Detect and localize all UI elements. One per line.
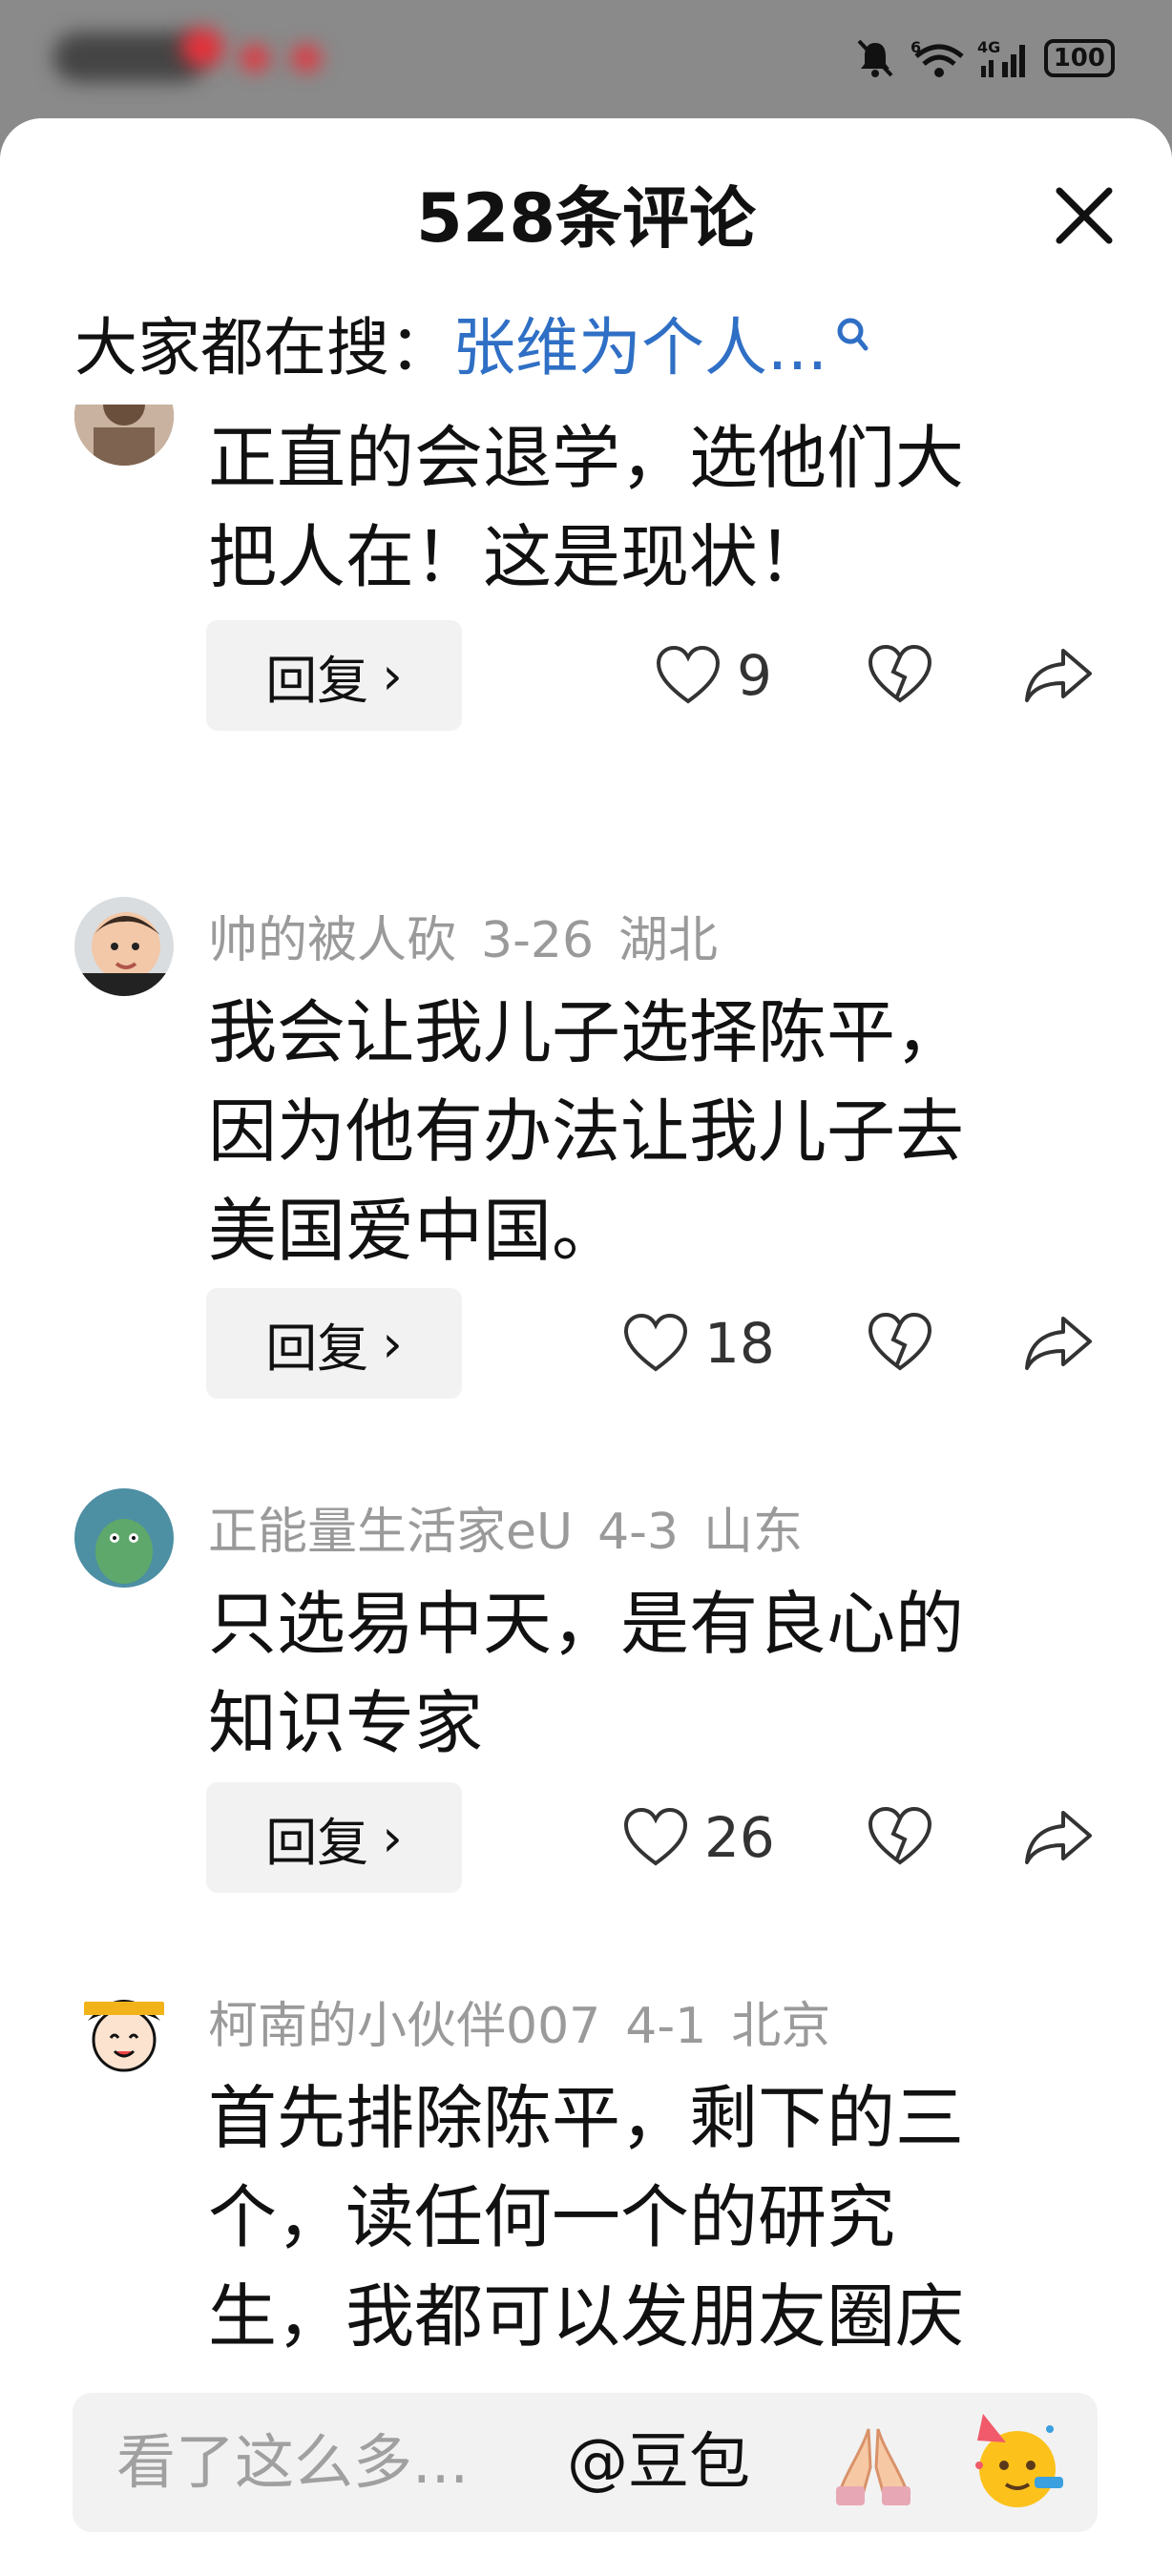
signal-icon: 4G [977,38,1025,77]
sheet-header: 528条评论 大家都在搜： 张维为个人... [0,118,1172,405]
comment-text: 只选易中天，是有良心的 知识专家 [208,1584,965,1763]
trending-search[interactable]: 大家都在搜： 张维为个人... [74,305,871,391]
share-icon[interactable] [1023,647,1094,704]
comment-region: 山东 [703,1504,804,1561]
reply-button[interactable]: 回复 › [206,1288,462,1399]
comments-sheet: 528条评论 大家都在搜： 张维为个人... 正直的会退学，选他们大 把人在！这… [0,118,1172,2576]
comment-input[interactable]: 看了这么多... @豆包 [73,2393,1098,2532]
reply-button[interactable]: 回复 › [206,1782,462,1893]
chevron-right-icon: › [382,1313,403,1374]
like-count: 26 [704,1805,775,1870]
mention-doubao-button[interactable]: @豆包 [567,2393,750,2532]
chevron-right-icon: › [382,645,403,706]
comment-region: 湖北 [618,912,719,969]
heart-icon [623,1807,688,1866]
chevron-right-icon: › [382,1807,403,1868]
username[interactable]: 柯南的小伙伴007 [208,1998,600,2055]
comment-text: 正直的会退学，选他们大 把人在！这是现状！ [208,418,965,597]
avatar[interactable] [74,1488,174,1588]
blurred-status-dot [241,46,269,71]
broken-heart-icon[interactable] [867,1311,933,1374]
comment-meta: 正能量生活家eU 4-3 山东 [208,1502,827,1563]
status-bar: 6 4G 100 [0,0,1172,114]
trending-label: 大家都在搜： [74,311,452,384]
heart-icon [656,645,721,704]
username[interactable]: 帅的被人砍 [208,912,456,969]
comment-text: 我会让我儿子选择陈平， 因为他有办法让我儿子去 美国爱中国。 [208,992,965,1271]
like-count: 18 [704,1311,775,1376]
comment-date: 4-3 [597,1504,679,1561]
comment-date: 3-26 [481,912,595,969]
like-button[interactable]: 26 [622,1805,775,1870]
comment-meta: 帅的被人砍 3-26 湖北 [208,910,743,971]
comment-count-title: 528条评论 [415,179,757,258]
like-button[interactable]: 9 [655,643,772,708]
comment-list[interactable]: 正直的会退学，选他们大 把人在！这是现状！ 回复 › 9 帅的被人砍 3-26 湖北 … [0,405,1172,2481]
broken-heart-icon[interactable] [867,1805,933,1868]
reply-button[interactable]: 回复 › [206,620,462,731]
broken-heart-icon[interactable] [867,643,933,706]
pray-emoji-icon[interactable] [821,2410,926,2515]
comment-input-placeholder[interactable]: 看了这么多... [116,2393,469,2532]
blurred-status-info-red [181,29,223,67]
mute-icon [857,39,893,77]
party-emoji-icon[interactable] [964,2410,1069,2515]
wifi-icon: 6 [910,38,964,77]
avatar[interactable] [74,897,174,996]
close-icon[interactable] [1046,177,1122,254]
share-icon[interactable] [1023,1809,1094,1866]
like-count: 9 [737,643,772,708]
network-type: 4G [977,38,1000,56]
heart-icon [623,1313,688,1372]
search-icon[interactable] [833,316,871,358]
share-icon[interactable] [1023,1315,1094,1372]
comment-date: 4-1 [625,1998,707,2055]
blurred-status-dot [292,46,321,71]
username[interactable]: 正能量生活家eU [208,1504,573,1561]
trending-term[interactable]: 张维为个人... [452,305,827,391]
avatar[interactable] [74,405,174,466]
battery-indicator: 100 [1043,39,1115,77]
like-button[interactable]: 18 [622,1311,775,1376]
comment-region: 北京 [731,1998,831,2055]
avatar[interactable] [74,1983,174,2082]
comment-meta: 柯南的小伙伴007 4-1 北京 [208,1996,855,2057]
